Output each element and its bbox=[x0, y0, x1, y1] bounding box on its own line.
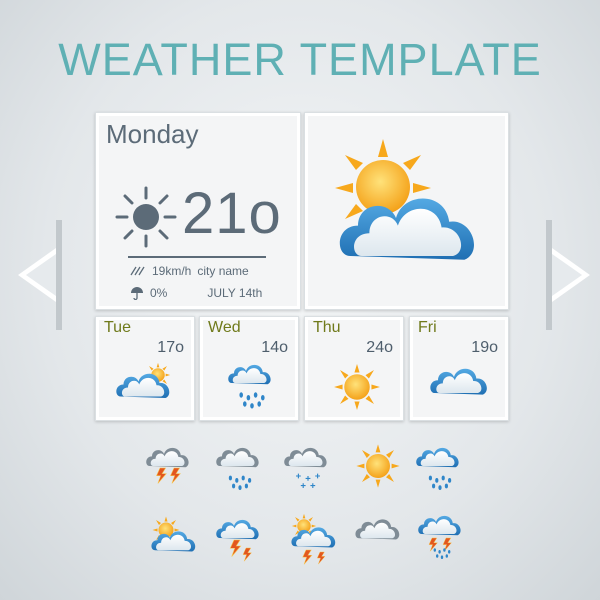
today-temperature: 21o bbox=[182, 181, 282, 246]
rain-chance: 0% bbox=[150, 286, 168, 300]
wind-row: 19km/h city name bbox=[130, 264, 249, 278]
cloud-icon bbox=[430, 368, 487, 395]
city-name: city name bbox=[197, 264, 249, 278]
cloud-icon bbox=[355, 519, 400, 540]
forecast-wed[interactable]: Wed 14o bbox=[199, 316, 299, 421]
forecast-temp: 14o bbox=[261, 339, 288, 356]
today-icon-panel bbox=[304, 112, 509, 310]
page-title: WEATHER TEMPLATE bbox=[58, 34, 542, 85]
wind-speed: 19km/h bbox=[152, 264, 192, 278]
snowflake-cloud-icon bbox=[284, 447, 327, 489]
sun-storm-cloud-icon bbox=[291, 513, 336, 565]
lightning-cloud-icon bbox=[216, 519, 259, 562]
forecast-day: Thu bbox=[313, 319, 341, 336]
forecast-temp: 17o bbox=[157, 339, 184, 356]
forecast-fri[interactable]: Fri 19o bbox=[409, 316, 509, 421]
forecast-thu[interactable]: Thu 24o bbox=[304, 316, 404, 421]
forecast-day: Fri bbox=[418, 319, 437, 336]
forecast-temp: 24o bbox=[366, 339, 393, 356]
rain-storm-cloud-icon bbox=[418, 515, 461, 559]
cloud-sun-icon bbox=[116, 362, 171, 398]
nav-left-arrow-icon[interactable] bbox=[18, 220, 62, 330]
divider bbox=[128, 256, 266, 258]
date: JULY 14th bbox=[207, 286, 263, 300]
wind-icon bbox=[130, 266, 145, 276]
sun-icon bbox=[356, 444, 400, 488]
sun-cloud-icon bbox=[151, 516, 196, 552]
rain-row: 0% JULY 14th bbox=[130, 286, 262, 300]
forecast-day: Tue bbox=[104, 319, 131, 336]
snow-cloud-icon bbox=[216, 447, 259, 490]
nav-right-arrow-icon[interactable] bbox=[546, 220, 590, 330]
rain-cloud-icon bbox=[228, 364, 271, 409]
today-panel: Monday 21o 19km/h city name 0% JULY 14th bbox=[95, 112, 301, 310]
umbrella-icon bbox=[131, 287, 143, 300]
storm-cloud-icon bbox=[146, 447, 189, 484]
forecast-day: Wed bbox=[208, 319, 241, 336]
rain-cloud-icon bbox=[416, 447, 459, 490]
forecast-tue[interactable]: Tue 17o bbox=[95, 316, 195, 421]
sun-icon bbox=[334, 364, 380, 410]
icon-set bbox=[146, 444, 461, 565]
sun-cloud-icon bbox=[335, 139, 474, 260]
forecast-temp: 19o bbox=[471, 339, 498, 356]
sun-outline-icon bbox=[115, 186, 177, 248]
today-day: Monday bbox=[106, 119, 199, 149]
